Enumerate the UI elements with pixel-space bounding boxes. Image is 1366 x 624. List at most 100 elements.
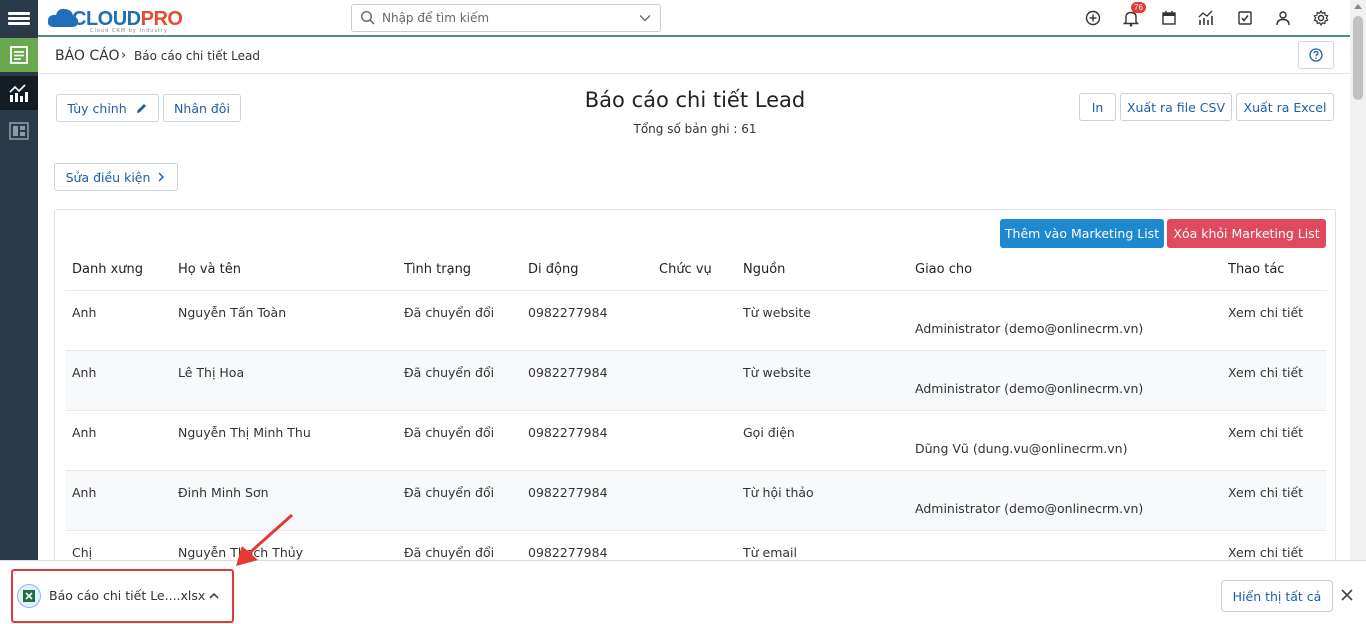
export-csv-label: Xuất ra file CSV: [1126, 99, 1226, 115]
assigned-cell: Dũng Vũ (dung.vu@onlinecrm.vn): [908, 410, 1221, 471]
status-cell: Đã chuyển đổi: [397, 350, 521, 411]
column-header[interactable]: Chức vụ: [652, 250, 736, 291]
view-detail-link[interactable]: Xem chi tiết: [1221, 470, 1327, 531]
table-row: Anh Nguyễn Thị Minh Thu Đã chuyển đổi 09…: [65, 410, 1327, 471]
left-rail: [0, 0, 38, 560]
global-search[interactable]: [351, 4, 661, 32]
column-header[interactable]: Thao tác: [1221, 250, 1327, 291]
view-detail-link[interactable]: Xem chi tiết: [1221, 290, 1327, 351]
close-icon[interactable]: [1340, 588, 1354, 602]
mobile-cell: 0982277984: [521, 470, 652, 531]
column-header[interactable]: Nguồn: [736, 250, 908, 291]
name-cell: Nguyễn Tấn Toàn: [171, 290, 397, 351]
calendar-icon[interactable]: [1150, 0, 1188, 36]
show-all-downloads-button[interactable]: Hiển thị tất cả: [1221, 580, 1333, 612]
position-cell: [652, 290, 736, 351]
name-cell: Đinh Minh Sơn: [171, 470, 397, 531]
breadcrumb-root[interactable]: BÁO CÁO: [55, 48, 120, 64]
column-header[interactable]: Danh xưng: [65, 250, 171, 291]
column-header[interactable]: Tình trạng: [397, 250, 521, 291]
show-all-label: Hiển thị tất cả: [1232, 588, 1322, 604]
page-scrollbar[interactable]: [1350, 0, 1366, 560]
help-icon: [1309, 48, 1323, 62]
menu-icon[interactable]: [0, 0, 38, 36]
view-detail-link[interactable]: Xem chi tiết: [1221, 350, 1327, 411]
assigned-cell: Administrator (demo@onlinecrm.vn): [908, 290, 1221, 351]
notifications-icon[interactable]: 76: [1112, 0, 1150, 36]
table-row: Anh Nguyễn Tấn Toàn Đã chuyển đổi 098227…: [65, 290, 1327, 351]
assigned-cell: Administrator (demo@onlinecrm.vn): [908, 470, 1221, 531]
position-cell: [652, 350, 736, 411]
customize-label: Tùy chỉnh: [67, 100, 127, 116]
settings-gear-icon[interactable]: [1302, 0, 1340, 36]
chevron-up-icon[interactable]: [207, 589, 221, 603]
export-excel-button[interactable]: Xuất ra Excel: [1236, 93, 1334, 121]
cloudpro-logo[interactable]: CLOUDPRO Cloud CRM by Industry: [46, 3, 186, 34]
logo-tagline: Cloud CRM by Industry: [90, 28, 169, 34]
chevron-right-icon: [158, 172, 165, 182]
export-excel-label: Xuất ra Excel: [1243, 99, 1327, 115]
assigned-cell: Administrator (demo@onlinecrm.vn): [908, 350, 1221, 411]
table-row: Anh Lê Thị Hoa Đã chuyển đổi 0982277984 …: [65, 350, 1327, 411]
source-cell: Từ website: [736, 350, 908, 411]
add-icon[interactable]: [1074, 0, 1112, 36]
name-cell: Lê Thị Hoa: [171, 350, 397, 411]
pencil-icon: [136, 103, 146, 113]
source-cell: Gọi điện: [736, 410, 908, 471]
remove-marketing-list-label: Xóa khỏi Marketing List: [1173, 226, 1320, 241]
salutation-cell: Anh: [65, 470, 171, 531]
mobile-cell: 0982277984: [521, 350, 652, 411]
dashboard-icon[interactable]: [0, 114, 38, 148]
salutation-cell: Anh: [65, 410, 171, 471]
notification-badge: 76: [1131, 2, 1146, 13]
top-bar: CLOUDPRO Cloud CRM by Industry 76: [38, 0, 1350, 37]
table-header-row: Danh xưng Họ và tên Tình trạng Di động C…: [65, 250, 1327, 291]
position-cell: [652, 410, 736, 471]
analytics-icon[interactable]: [0, 76, 38, 110]
status-cell: Đã chuyển đổi: [397, 410, 521, 471]
salutation-cell: Anh: [65, 290, 171, 351]
record-count: Tổng số bản ghi : 61: [633, 122, 757, 136]
print-label: In: [1091, 99, 1104, 115]
source-cell: Từ hội thảo: [736, 470, 908, 531]
print-button[interactable]: In: [1079, 93, 1116, 121]
search-input[interactable]: [382, 11, 638, 25]
export-csv-button[interactable]: Xuất ra file CSV: [1120, 93, 1232, 121]
chevron-down-icon[interactable]: [638, 11, 652, 25]
column-header[interactable]: Họ và tên: [171, 250, 397, 291]
column-header[interactable]: Di động: [521, 250, 652, 291]
status-cell: Đã chuyển đổi: [397, 470, 521, 531]
breadcrumb: BÁO CÁO › Báo cáo chi tiết Lead: [38, 38, 1350, 74]
name-cell: Nguyễn Thị Minh Thu: [171, 410, 397, 471]
mobile-cell: 0982277984: [521, 410, 652, 471]
user-icon[interactable]: [1264, 0, 1302, 36]
source-cell: Từ website: [736, 290, 908, 351]
customize-button[interactable]: Tùy chỉnh: [56, 94, 159, 122]
download-file-name: Báo cáo chi tiết Le....xlsx: [49, 588, 206, 603]
edit-conditions-label: Sửa điều kiện: [65, 169, 151, 185]
view-detail-link[interactable]: Xem chi tiết: [1221, 410, 1327, 471]
search-icon: [360, 10, 375, 25]
salutation-cell: Anh: [65, 350, 171, 411]
duplicate-button[interactable]: Nhân đôi: [163, 94, 241, 122]
report-list-icon[interactable]: [0, 38, 38, 72]
add-marketing-list-button[interactable]: Thêm vào Marketing List: [1000, 219, 1164, 248]
lead-table: Danh xưng Họ và tên Tình trạng Di động C…: [65, 250, 1327, 591]
breadcrumb-separator: ›: [121, 48, 127, 63]
excel-file-icon: [17, 584, 41, 608]
tasks-icon[interactable]: [1226, 0, 1264, 36]
add-marketing-list-label: Thêm vào Marketing List: [1004, 226, 1160, 241]
edit-conditions-button[interactable]: Sửa điều kiện: [54, 163, 178, 191]
table-row: Anh Đinh Minh Sơn Đã chuyển đổi 09822779…: [65, 470, 1327, 531]
position-cell: [652, 470, 736, 531]
help-button[interactable]: [1298, 41, 1334, 69]
duplicate-label: Nhân đôi: [174, 100, 230, 116]
remove-marketing-list-button[interactable]: Xóa khỏi Marketing List: [1167, 219, 1326, 248]
status-cell: Đã chuyển đổi: [397, 290, 521, 351]
mobile-cell: 0982277984: [521, 290, 652, 351]
download-item[interactable]: Báo cáo chi tiết Le....xlsx: [11, 569, 234, 623]
breadcrumb-current: Báo cáo chi tiết Lead: [134, 49, 260, 63]
column-header[interactable]: Giao cho: [908, 250, 1221, 291]
page-title: Báo cáo chi tiết Lead: [584, 88, 806, 112]
reports-chart-icon[interactable]: [1188, 0, 1226, 36]
